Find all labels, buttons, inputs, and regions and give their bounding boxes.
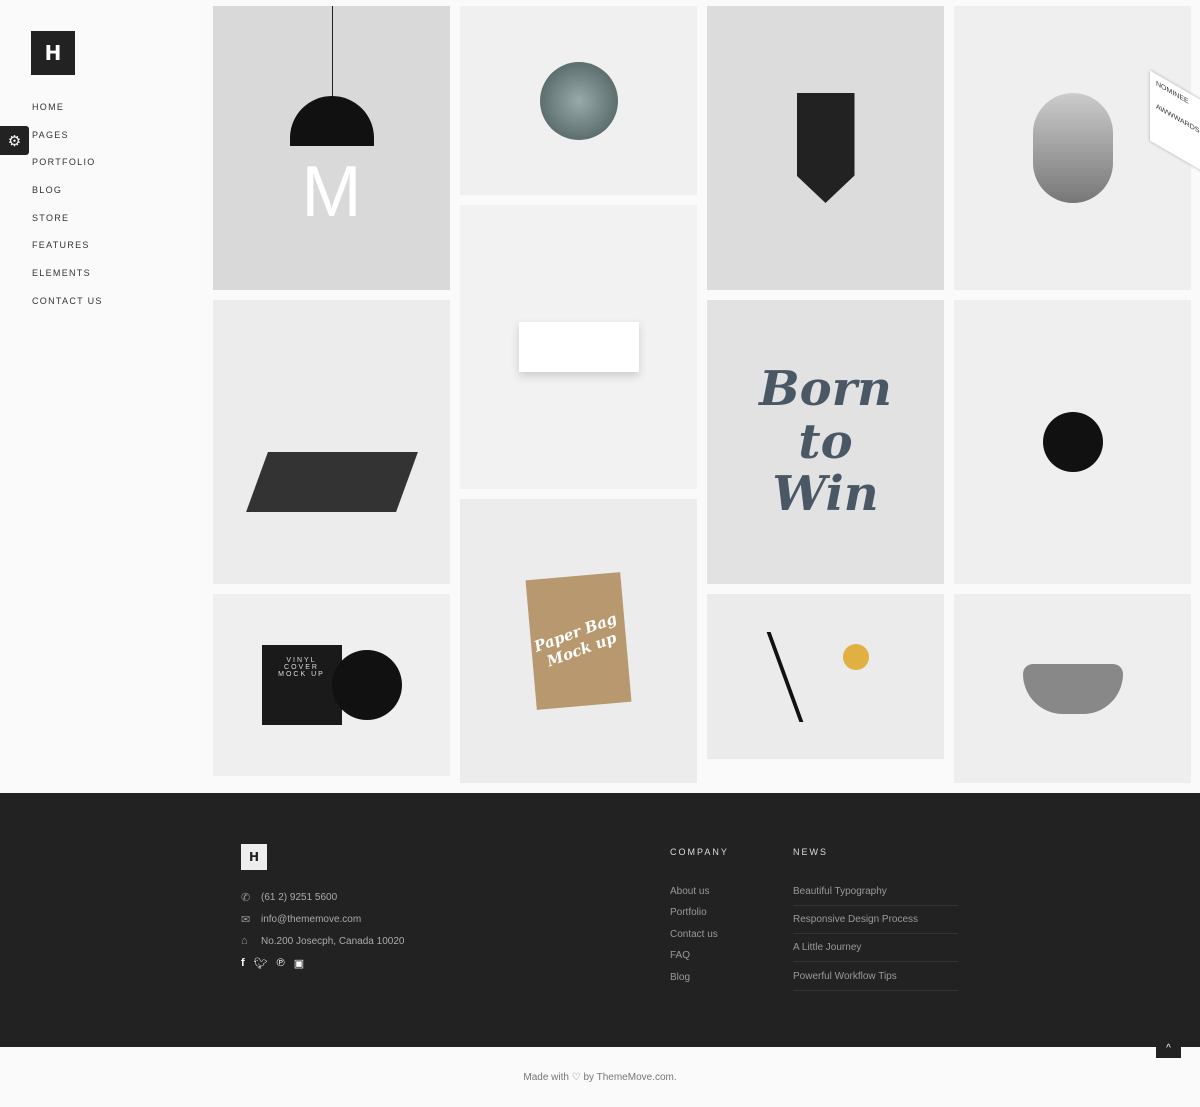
company-heading: COMPANY	[670, 847, 729, 857]
address-text: No.200 Josecph, Canada 10020	[261, 935, 405, 947]
portfolio-item-apple-hands[interactable]	[954, 300, 1191, 584]
footer	[0, 793, 1200, 1047]
news-link[interactable]: Responsive Design Process	[793, 914, 958, 934]
news-heading: NEWS	[793, 847, 828, 857]
settings-gear-icon[interactable]: ⚙	[0, 126, 29, 155]
portfolio-item-desk-lamp[interactable]	[707, 594, 944, 759]
footer-logo[interactable]: H	[241, 844, 267, 870]
footer-email: ✉ info@thememove.com	[241, 913, 361, 926]
pinterest-icon[interactable]: ℗	[277, 957, 285, 970]
envelope-icon: ✉	[241, 914, 251, 926]
portfolio-item-pendant-lamp[interactable]: M	[213, 6, 450, 290]
footer-address: ⌂ No.200 Josecph, Canada 10020	[241, 935, 404, 947]
link-portfolio[interactable]: Portfolio	[670, 907, 707, 918]
news-link[interactable]: Powerful Workflow Tips	[793, 971, 958, 991]
link-faq[interactable]: FAQ	[670, 950, 690, 961]
email-text[interactable]: info@thememove.com	[261, 914, 361, 925]
portfolio-item-artwork-text: VINYL COVER MOCK UP	[261, 645, 342, 725]
nav-elements[interactable]: ELEMENTS	[32, 268, 103, 296]
portfolio-item-vases[interactable]	[213, 300, 450, 584]
portfolio-item-sofa[interactable]	[460, 205, 697, 489]
phone-icon: ✆	[241, 892, 251, 904]
nav-home[interactable]: HOME	[32, 102, 103, 130]
portfolio-item-born-to-win[interactable]: Born to Win	[707, 300, 944, 584]
facebook-icon[interactable]: f	[241, 957, 245, 970]
portfolio-item-artwork-text: Paper Bag Mock up	[531, 609, 620, 671]
portfolio-item-paper-bag[interactable]: Paper Bag Mock up	[460, 499, 697, 783]
nav-store[interactable]: STORE	[32, 213, 103, 241]
news-link[interactable]: A Little Journey	[793, 942, 958, 962]
portfolio-item-artwork-text: M	[301, 152, 362, 232]
nav-contact-us[interactable]: CONTACT US	[32, 296, 103, 324]
nav-portfolio[interactable]: PORTFOLIO	[32, 157, 103, 185]
nav-features[interactable]: FEATURES	[32, 240, 103, 268]
back-to-top-button[interactable]: ^	[1156, 1040, 1181, 1058]
portfolio-item-chair[interactable]	[954, 594, 1191, 783]
nav-blog[interactable]: BLOG	[32, 185, 103, 213]
portfolio-item-artwork-text: Born to Win	[759, 360, 892, 523]
portfolio-item-face[interactable]	[954, 6, 1191, 290]
copyright: Made with ♡ by ThemeMove.com.	[523, 1072, 677, 1083]
map-icon: ⌂	[241, 935, 248, 947]
phone-text: (61 2) 9251 5600	[261, 892, 338, 903]
main-nav: HOME PAGES PORTFOLIO BLOG STORE FEATURES…	[32, 102, 103, 324]
site-logo[interactable]: H	[31, 31, 75, 75]
link-contact-us[interactable]: Contact us	[670, 929, 718, 940]
link-blog[interactable]: Blog	[670, 972, 690, 983]
instagram-icon[interactable]: ▣	[294, 957, 304, 970]
social-links: f 🐦︎ ℗ ▣	[241, 957, 304, 970]
portfolio-item-succulent[interactable]	[460, 6, 697, 195]
portfolio-item-vinyl-cover[interactable]: VINYL COVER MOCK UP	[213, 594, 450, 776]
news-link[interactable]: Beautiful Typography	[793, 886, 958, 906]
footer-phone: ✆ (61 2) 9251 5600	[241, 891, 337, 904]
portfolio-item-pennant[interactable]	[707, 6, 944, 290]
link-about-us[interactable]: About us	[670, 886, 709, 897]
twitter-icon[interactable]: 🐦︎	[254, 957, 268, 970]
nav-pages[interactable]: PAGES	[32, 130, 103, 158]
